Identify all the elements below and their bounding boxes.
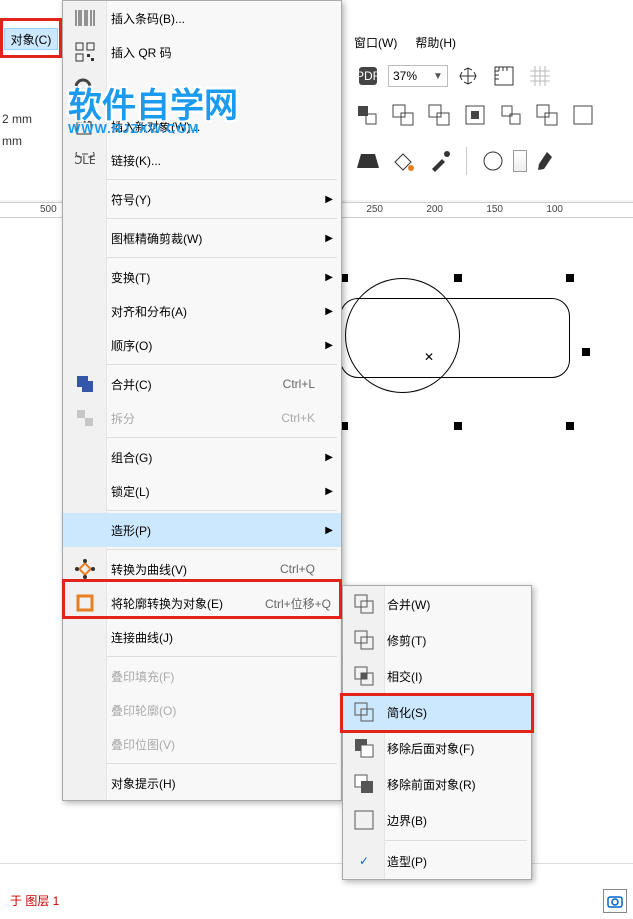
barcode-icon	[63, 9, 107, 27]
mi-insert-barcode[interactable]: 插入条码(B)...	[63, 1, 341, 35]
layer-indicator[interactable]: 于 图层 1	[6, 888, 63, 913]
menu-help[interactable]: 帮助(H)	[415, 34, 456, 51]
shape-tool-7[interactable]	[568, 100, 600, 132]
mi-overprint-outline: 叠印轮廓(O)	[63, 693, 341, 727]
intersect-icon	[343, 665, 385, 687]
mi-group[interactable]: 组合(G)▶	[63, 440, 341, 474]
fill-tool-icon[interactable]	[388, 145, 420, 177]
chevron-right-icon: ▶	[325, 272, 333, 283]
front-minus-icon	[343, 737, 385, 759]
chevron-right-icon: ▶	[325, 486, 333, 497]
status-bar: 于 图层 1	[0, 863, 633, 919]
mi-links[interactable]: OLE链接(K)...	[63, 143, 341, 177]
selection-handle[interactable]	[566, 274, 574, 282]
object-menu-dropdown: 插入条码(B)... 插入 QR 码 插入新对象(W)... OLE链接(K).…	[62, 0, 342, 801]
selection-handle[interactable]	[454, 422, 462, 430]
mi-shaping[interactable]: 造形(P)▶	[63, 513, 341, 547]
chevron-right-icon: ▶	[325, 233, 333, 244]
mi-outline-to-obj[interactable]: 将轮廓转换为对象(E)Ctrl+位移+Q	[63, 586, 341, 620]
to-curve-icon	[63, 559, 107, 579]
svg-text:PDF: PDF	[356, 69, 380, 83]
mi-obj-hint[interactable]: 对象提示(H)	[63, 766, 341, 800]
mi-weld[interactable]: 合并(W)	[343, 586, 531, 622]
color-swatch[interactable]	[513, 150, 527, 172]
mi-powerclip[interactable]: 图框精确剪裁(W)▶	[63, 221, 341, 255]
weld-icon	[343, 593, 385, 615]
check-icon: ✓	[343, 854, 385, 868]
mi-order[interactable]: 顺序(O)▶	[63, 328, 341, 362]
eyedropper-icon[interactable]	[424, 145, 456, 177]
pan-icon[interactable]	[452, 60, 484, 92]
mi-intersect[interactable]: 相交(I)	[343, 658, 531, 694]
grid-icon[interactable]	[524, 60, 556, 92]
shape-tool-1[interactable]	[352, 100, 384, 132]
boundary-icon	[343, 809, 385, 831]
ruler-icon[interactable]	[488, 60, 520, 92]
link-icon: OLE	[63, 152, 107, 168]
selection-handle[interactable]	[454, 274, 462, 282]
chevron-right-icon: ▶	[325, 452, 333, 463]
magnify-icon	[63, 77, 107, 101]
unit-mm-2: mm	[2, 134, 32, 148]
mi-overprint-fill: 叠印填充(F)	[63, 659, 341, 693]
camera-icon[interactable]	[603, 889, 627, 913]
object-menu-button[interactable]: 对象(C)	[4, 28, 58, 50]
circle-shape[interactable]	[345, 278, 460, 393]
shape-tool-6[interactable]	[532, 100, 564, 132]
shape-tool-4[interactable]	[460, 100, 492, 132]
trapezoid-icon[interactable]	[352, 145, 384, 177]
zoom-combo[interactable]: ▼	[388, 65, 448, 87]
back-minus-icon	[343, 773, 385, 795]
menu-window[interactable]: 窗口(W)	[354, 34, 397, 51]
chevron-right-icon: ▶	[325, 194, 333, 205]
unit-mm-1: 2 mm	[2, 112, 32, 126]
shaping-submenu: 合并(W) 修剪(T) 相交(I) 简化(S) 移除后面对象(F) 移除前面对象…	[342, 585, 532, 880]
outline-obj-icon	[63, 593, 107, 613]
trim-icon	[343, 629, 385, 651]
qr-icon	[63, 42, 107, 62]
mi-shaping-docker[interactable]: ✓造型(P)	[343, 843, 531, 879]
mi-front-minus[interactable]: 移除后面对象(F)	[343, 730, 531, 766]
shape-tool-2[interactable]	[388, 100, 420, 132]
mi-trim[interactable]: 修剪(T)	[343, 622, 531, 658]
mi-join-curves[interactable]: 连接曲线(J)	[63, 620, 341, 654]
mi-overprint-bitmap: 叠印位图(V)	[63, 727, 341, 761]
selection-handle[interactable]	[566, 422, 574, 430]
pdf-icon[interactable]: PDF	[352, 60, 384, 92]
mi-symbols[interactable]: 符号(Y)▶	[63, 182, 341, 216]
break-icon	[63, 408, 107, 428]
mi-to-curve[interactable]: 转换为曲线(V)Ctrl+Q	[63, 552, 341, 586]
center-cross-icon: ✕	[424, 350, 434, 364]
mi-transform[interactable]: 变换(T)▶	[63, 260, 341, 294]
selection-handle[interactable]	[582, 348, 590, 356]
mi-align[interactable]: 对齐和分布(A)▶	[63, 294, 341, 328]
chevron-right-icon: ▶	[325, 306, 333, 317]
mi-insert-qr[interactable]: 插入 QR 码	[63, 35, 341, 69]
mi-break: 拆分Ctrl+K	[63, 401, 341, 435]
mi-combine[interactable]: 合并(C)Ctrl+L	[63, 367, 341, 401]
chevron-right-icon: ▶	[325, 525, 333, 536]
mi-insert-new-obj[interactable]: 插入新对象(W)...	[63, 109, 341, 143]
circle-outline-icon[interactable]	[477, 145, 509, 177]
mi-lock[interactable]: 锁定(L)▶	[63, 474, 341, 508]
combine-icon	[63, 374, 107, 394]
svg-text:OLE: OLE	[75, 153, 95, 167]
mi-blank-1[interactable]	[63, 69, 341, 109]
pen-icon[interactable]	[531, 145, 563, 177]
mi-back-minus[interactable]: 移除前面对象(R)	[343, 766, 531, 802]
insert-obj-icon	[63, 116, 107, 136]
shape-tool-5[interactable]	[496, 100, 528, 132]
mi-simplify[interactable]: 简化(S)	[343, 694, 531, 730]
zoom-input[interactable]	[393, 69, 429, 83]
chevron-right-icon: ▶	[325, 340, 333, 351]
mi-boundary[interactable]: 边界(B)	[343, 802, 531, 838]
simplify-icon	[343, 701, 385, 723]
chevron-down-icon[interactable]: ▼	[433, 71, 443, 82]
shape-tool-3[interactable]	[424, 100, 456, 132]
